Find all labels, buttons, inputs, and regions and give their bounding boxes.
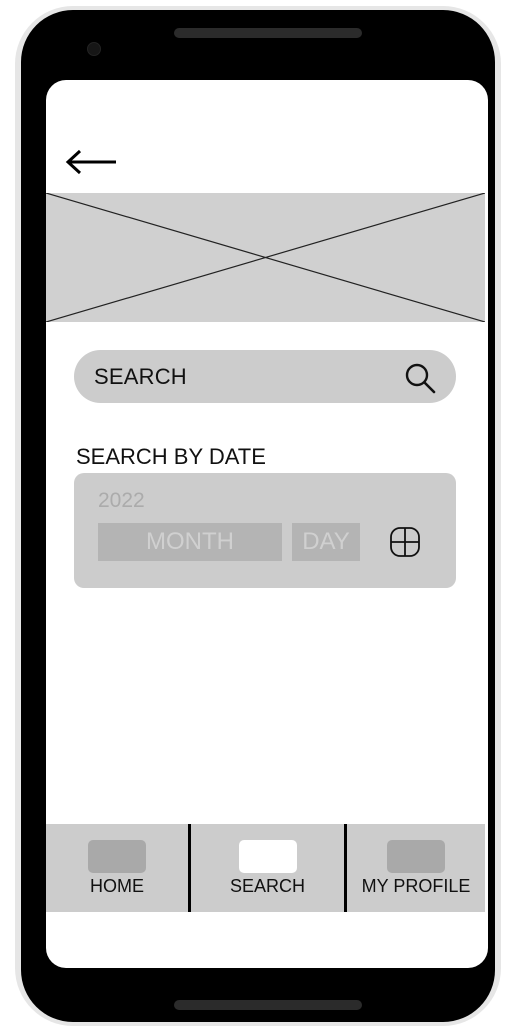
phone-screen: SEARCH SEARCH BY DATE 2022 MONTH DAY HOM… [46, 80, 488, 968]
calendar-icon[interactable] [389, 526, 421, 558]
month-field[interactable]: MONTH [98, 523, 282, 561]
search-tab-icon [238, 840, 297, 873]
search-by-date-heading: SEARCH BY DATE [76, 444, 266, 469]
nav-label-my-profile: MY PROFILE [361, 876, 471, 896]
home-icon [88, 840, 146, 873]
nav-item-search[interactable]: SEARCH [188, 824, 344, 912]
bottom-navigation: HOME SEARCH MY PROFILE [46, 824, 485, 912]
back-arrow-icon [65, 149, 116, 175]
banner-image-placeholder [46, 192, 486, 323]
profile-icon [387, 840, 445, 873]
speaker-grille [174, 28, 362, 38]
nav-label-search: SEARCH [229, 876, 305, 896]
nav-item-my-profile[interactable]: MY PROFILE [344, 824, 485, 912]
image-placeholder-cross [46, 192, 486, 323]
search-icon[interactable] [404, 362, 436, 394]
date-picker-card: 2022 MONTH DAY [74, 473, 456, 588]
search-input[interactable]: SEARCH [74, 350, 456, 403]
nav-label-home: HOME [90, 876, 144, 896]
day-field[interactable]: DAY [292, 523, 360, 561]
search-input-text: SEARCH [94, 364, 187, 389]
bottom-bezel-bar [174, 1000, 362, 1010]
year-field[interactable]: 2022 [98, 489, 145, 513]
back-button[interactable] [64, 144, 120, 180]
nav-item-home[interactable]: HOME [46, 824, 188, 912]
front-camera [87, 42, 101, 56]
